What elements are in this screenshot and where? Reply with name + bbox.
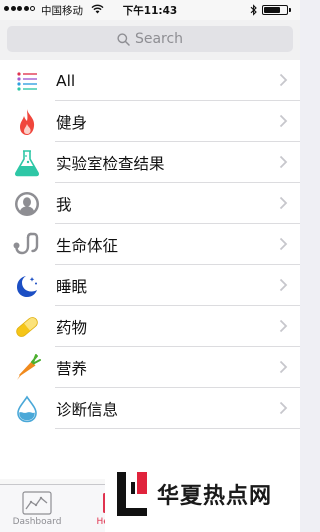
category-row-nutrition[interactable]: 营养 — [0, 347, 300, 388]
category-label: 诊断信息 — [56, 400, 119, 419]
search-input[interactable]: Search — [7, 26, 293, 52]
pill-icon — [13, 313, 41, 341]
dashboard-icon — [22, 491, 52, 515]
chevron-right-icon — [279, 401, 288, 415]
stethoscope-icon — [13, 231, 41, 259]
search-bar-container: Search — [0, 20, 300, 61]
battery-icon — [262, 5, 288, 15]
chevron-right-icon — [279, 237, 288, 251]
tab-dashboard[interactable]: Dashboard — [2, 491, 72, 527]
chevron-right-icon — [279, 319, 288, 333]
tab-label: Dashboard — [12, 517, 62, 527]
chevron-right-icon — [279, 155, 288, 169]
search-placeholder: Search — [134, 31, 184, 47]
chevron-right-icon — [279, 360, 288, 374]
category-label: 健身 — [56, 113, 88, 132]
flask-icon — [13, 149, 41, 177]
category-row-fitness[interactable]: 健身 — [0, 101, 300, 142]
chevron-right-icon — [279, 73, 288, 87]
health-app-screen: 中国移动 下午11:43 Search All 健身 实验室检查结果 我 生命体… — [0, 0, 300, 532]
status-bar: 中国移动 下午11:43 — [0, 0, 300, 20]
battery-tip — [289, 8, 291, 12]
person-icon — [13, 190, 41, 218]
watermark-text: 华夏热点网 — [157, 484, 273, 509]
category-row-vitals[interactable]: 生命体征 — [0, 224, 300, 265]
category-row-all[interactable]: All — [0, 60, 300, 101]
category-label: 生命体征 — [56, 236, 119, 255]
search-icon — [117, 32, 130, 46]
bluetooth-icon — [250, 4, 257, 16]
category-label: 实验室检查结果 — [56, 154, 165, 173]
category-label: 营养 — [56, 359, 88, 378]
health-category-list: All 健身 实验室检查结果 我 生命体征 睡眠 药物 营养 诊断信息 — [0, 60, 300, 479]
watermark: 华夏热点网 — [105, 462, 300, 532]
category-label: 药物 — [56, 318, 88, 337]
category-label: 我 — [56, 195, 72, 214]
chevron-right-icon — [279, 278, 288, 292]
carrot-icon — [13, 354, 41, 382]
category-label: All — [56, 71, 76, 90]
watermark-logo-icon — [117, 472, 147, 516]
moon-icon — [13, 272, 41, 300]
category-row-sleep[interactable]: 睡眠 — [0, 265, 300, 306]
category-label: 睡眠 — [56, 277, 88, 296]
drop-icon — [13, 395, 41, 423]
chevron-right-icon — [279, 114, 288, 128]
flame-icon — [13, 108, 41, 136]
category-row-medications[interactable]: 药物 — [0, 306, 300, 347]
list-icon — [13, 67, 41, 95]
chevron-right-icon — [279, 196, 288, 210]
category-row-me[interactable]: 我 — [0, 183, 300, 224]
category-row-lab-results[interactable]: 实验室检查结果 — [0, 142, 300, 183]
category-row-diagnostics[interactable]: 诊断信息 — [0, 388, 300, 429]
